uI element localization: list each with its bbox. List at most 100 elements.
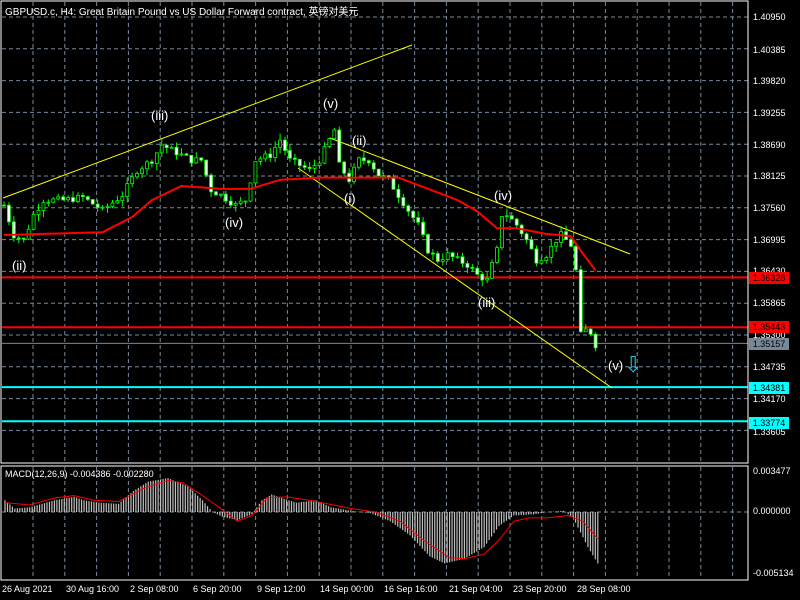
candle bbox=[396, 184, 401, 204]
descending-upper-trendline[interactable] bbox=[329, 137, 631, 255]
candle bbox=[26, 224, 31, 241]
time-label: 9 Sep 12:00 bbox=[257, 584, 306, 594]
candle bbox=[401, 193, 406, 208]
candle bbox=[120, 191, 125, 207]
candle bbox=[578, 265, 583, 333]
candle bbox=[258, 156, 263, 166]
candle bbox=[159, 139, 164, 157]
candle bbox=[490, 259, 494, 279]
candle bbox=[243, 200, 248, 208]
wave-label: (ii) bbox=[352, 133, 367, 148]
candle bbox=[524, 232, 529, 244]
candle bbox=[90, 198, 95, 205]
candles bbox=[2, 126, 598, 352]
candle bbox=[500, 216, 504, 250]
candle bbox=[416, 211, 421, 225]
candle bbox=[149, 159, 154, 168]
price-label: 1.40385 bbox=[753, 45, 786, 55]
candle bbox=[71, 191, 75, 204]
candle bbox=[421, 216, 425, 238]
time-label: 30 Aug 16:00 bbox=[66, 584, 120, 594]
candle bbox=[194, 152, 199, 164]
candle bbox=[347, 168, 352, 184]
candle bbox=[529, 236, 534, 250]
candle bbox=[475, 265, 480, 275]
candle bbox=[440, 253, 445, 266]
candle bbox=[199, 157, 204, 163]
horizontal-levels[interactable] bbox=[2, 276, 748, 423]
candle bbox=[504, 209, 509, 222]
candle bbox=[450, 251, 455, 262]
price-label: 1.39820 bbox=[753, 76, 786, 86]
candle bbox=[426, 233, 430, 254]
candle bbox=[514, 217, 519, 229]
candle bbox=[544, 255, 549, 264]
wave-label: (iv) bbox=[494, 188, 513, 203]
price-label: 1.36995 bbox=[753, 235, 786, 245]
candle bbox=[554, 241, 559, 252]
candle bbox=[376, 168, 381, 177]
chart-canvas[interactable] bbox=[0, 0, 800, 600]
wave-label: (iii) bbox=[151, 108, 169, 123]
candle bbox=[214, 190, 218, 196]
candle bbox=[100, 204, 105, 211]
candle bbox=[593, 332, 598, 352]
candle bbox=[31, 211, 36, 231]
candle bbox=[278, 133, 282, 154]
candle bbox=[534, 245, 539, 267]
candle bbox=[406, 204, 411, 217]
candle bbox=[164, 144, 169, 153]
candle bbox=[238, 196, 243, 206]
candle bbox=[219, 193, 223, 198]
wave-label: (iii) bbox=[478, 295, 496, 310]
price-label: 1.38125 bbox=[753, 171, 786, 181]
candle bbox=[495, 245, 499, 265]
candle bbox=[174, 142, 179, 160]
wave-label: (v) bbox=[608, 358, 624, 373]
candle bbox=[179, 148, 184, 157]
candle bbox=[223, 190, 228, 204]
macd-histogram bbox=[4, 478, 599, 564]
candle bbox=[342, 160, 347, 178]
level-tag-support: 1.34381 bbox=[749, 382, 789, 394]
price-label: 1.34735 bbox=[753, 362, 786, 372]
candle bbox=[371, 160, 376, 173]
candle bbox=[248, 182, 253, 203]
candle bbox=[268, 147, 273, 163]
wave-label: (iv) bbox=[225, 215, 244, 230]
wave-label: (ii) bbox=[12, 258, 27, 273]
candle bbox=[327, 137, 332, 148]
macd-signal-line bbox=[4, 479, 599, 560]
candle bbox=[135, 171, 140, 180]
candle bbox=[7, 202, 11, 226]
macd-axis-label: -0.005134 bbox=[753, 568, 794, 578]
candle bbox=[80, 192, 85, 202]
candle bbox=[549, 239, 554, 264]
grid bbox=[2, 2, 748, 579]
macd-axis-label: 0.000000 bbox=[753, 506, 791, 516]
candle bbox=[228, 195, 233, 209]
candle bbox=[263, 150, 268, 162]
time-label: 2 Sep 08:00 bbox=[130, 584, 179, 594]
candle bbox=[470, 263, 475, 272]
price-label: 1.38690 bbox=[753, 140, 786, 150]
macd-axis-label: 0.003477 bbox=[753, 466, 791, 476]
chart-title: GBPUSD.c, H4: Great Britain Pound vs US … bbox=[5, 7, 359, 18]
candle bbox=[361, 151, 366, 165]
candle bbox=[539, 256, 544, 264]
price-label: 1.39255 bbox=[753, 108, 786, 118]
candle bbox=[145, 160, 149, 176]
candle bbox=[233, 201, 238, 212]
candle bbox=[307, 162, 312, 172]
candle bbox=[337, 126, 342, 163]
wave-label: (i) bbox=[344, 191, 356, 206]
wave-label: (v) bbox=[323, 96, 339, 111]
candle bbox=[204, 159, 209, 178]
candle bbox=[2, 201, 6, 207]
candle bbox=[130, 172, 135, 188]
candle bbox=[253, 161, 258, 187]
time-label: 6 Sep 20:00 bbox=[193, 584, 242, 594]
candle bbox=[46, 199, 51, 207]
down-arrow-icon[interactable]: ⇩ bbox=[624, 352, 642, 378]
candle bbox=[559, 225, 563, 248]
